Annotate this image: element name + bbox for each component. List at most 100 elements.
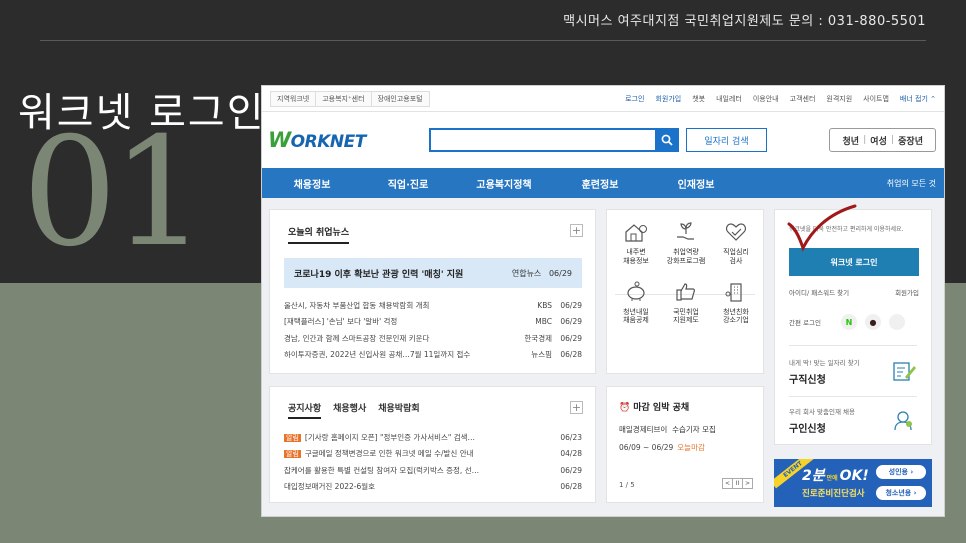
clock-icon: ⏰ xyxy=(619,403,631,413)
job-seek-link[interactable]: 내게 딱! 맞는 일자리 찾기 구직신청 xyxy=(789,357,919,386)
deadline-title: ⏰ 마감 임박 공채 xyxy=(619,403,690,413)
search-button[interactable] xyxy=(655,128,679,152)
more-button[interactable]: + xyxy=(570,401,583,414)
tab-events[interactable]: 채용행사 xyxy=(333,401,366,419)
contact-info: 맥시머스 여주대지점 국민취업지원제도 문의 : 031-880-5501 xyxy=(563,14,926,29)
nav-training[interactable]: 훈련정보 xyxy=(552,176,648,191)
news-list: 울산시, 자동차 부품산업 합동 채용박람회 개최 KBS 06/29 [재택플러스… xyxy=(284,297,582,363)
pager: < II > xyxy=(722,478,753,489)
news-tab[interactable]: 오늘의 취업뉴스 xyxy=(288,225,350,244)
headline-news[interactable]: 코로나19 이후 확보난 관광 인력 '매칭' 지원 연합뉴스 06/29 xyxy=(284,258,582,288)
building-icon xyxy=(725,282,742,302)
newsletter-link[interactable]: 내일레터 xyxy=(716,94,742,104)
headline-title: 코로나19 이후 확보난 관광 인력 '매칭' 지원 xyxy=(294,269,464,280)
nav-recruitment[interactable]: 채용정보 xyxy=(264,176,360,191)
simple-login-label: 간편 로그인 xyxy=(789,319,821,327)
list-item[interactable]: 잡케어를 활용한 특별 컨설팅 참여자 모집(럭키박스 증정, 선… 06/29 xyxy=(284,462,582,479)
career-test-banner[interactable]: EVENT 2분 만에 OK! 진로준비진단검사 성인용 › 청소년용 › xyxy=(774,459,932,507)
heart-check-icon xyxy=(725,223,747,241)
simple-login: 간편 로그인 N ● xyxy=(789,314,919,330)
list-item[interactable]: [재택플러스] '손님' 보다 '알바' 걱정 MBC 06/29 xyxy=(284,314,582,331)
headline-meta: 연합뉴스 06/29 xyxy=(511,268,572,278)
tab-women[interactable]: 여성 xyxy=(866,134,891,147)
worknet-screenshot: 지역워크넷 고용복지⁺센터 장애인고용포털 로그인 회원가입 챗봇 내일레터 이… xyxy=(261,85,945,517)
list-item[interactable]: 대입정보매거진 2022-6월호 06/28 xyxy=(284,479,582,496)
next-button[interactable]: > xyxy=(742,478,753,489)
tab-middle-aged[interactable]: 중장년 xyxy=(894,134,927,147)
piggy-bank-icon xyxy=(627,281,645,301)
job-search-button[interactable]: 일자리 검색 xyxy=(686,128,767,152)
search-input[interactable] xyxy=(429,128,657,152)
banner-subtitle: 진로준비진단검사 xyxy=(802,489,865,499)
service-youth-savings[interactable]: 청년내일 채움공제 xyxy=(611,280,661,326)
util-link[interactable]: 고용복지⁺센터 xyxy=(315,90,372,107)
notice-list: 알림 [기사랑 홈페이지 오픈] "정부인증 가사서비스" 검색… 06/23 알림… xyxy=(284,429,582,495)
util-link[interactable]: 장애인고용포털 xyxy=(370,90,430,107)
age-group-tabs: 청년 | 여성 | 중장년 xyxy=(829,128,936,152)
util-link[interactable]: 지역워크넷 xyxy=(270,90,317,107)
news-panel: 오늘의 취업뉴스 + 코로나19 이후 확보난 관광 인력 '매칭' 지원 연합… xyxy=(269,209,596,374)
naver-login-icon[interactable]: N xyxy=(840,314,857,330)
nav-all-menu[interactable]: 취업의 모든 것 xyxy=(887,178,936,189)
form-pen-icon xyxy=(893,362,916,381)
thumbs-up-icon xyxy=(676,282,696,301)
list-item[interactable]: 울산시, 자동차 부품산업 합동 채용박람회 개최 KBS 06/29 xyxy=(284,297,582,314)
banner-headline: 2분 만에 OK! xyxy=(802,468,869,484)
guide-link[interactable]: 이용안내 xyxy=(753,94,779,104)
services-grid: 내주변 채용정보 취업역량 강화프로그램 직업심리 검사 청년내일 채움공제 국… xyxy=(611,220,761,325)
youth-test-button[interactable]: 청소년용 › xyxy=(876,486,926,500)
find-id-password-link[interactable]: 아이디/ 패스워드 찾기 xyxy=(789,287,849,297)
worknet-logo[interactable]: WORKNET xyxy=(268,128,366,152)
tab-job-fair[interactable]: 채용박람회 xyxy=(378,401,419,419)
service-capability-program[interactable]: 취업역량 강화프로그램 xyxy=(661,220,711,266)
service-national-employment[interactable]: 국민취업 지원제도 xyxy=(661,280,711,326)
notice-tabs: 공지사항 채용행사 채용박람회 xyxy=(288,401,420,419)
plant-hand-icon xyxy=(677,222,694,240)
red-checkmark-annotation xyxy=(787,204,857,252)
main-navigation: 채용정보 직업·진로 고용복지정책 훈련정보 인재정보 취업의 모든 것 xyxy=(262,168,944,198)
signup-link[interactable]: 회원가입 xyxy=(655,94,681,104)
kakao-login-icon[interactable]: ● xyxy=(864,314,881,330)
tab-notice[interactable]: 공지사항 xyxy=(288,401,322,419)
adult-test-button[interactable]: 성인용 › xyxy=(876,465,926,479)
list-item[interactable]: 경남, 인간과 함께 스마트공장 전문인재 키운다 한국경제 06/29 xyxy=(284,330,582,347)
service-nearby-jobs[interactable]: 내주변 채용정보 xyxy=(611,220,661,266)
due-today-badge: 오늘마감 xyxy=(677,443,705,452)
utility-bar: 지역워크넷 고용복지⁺센터 장애인고용포털 로그인 회원가입 챗봇 내일레터 이… xyxy=(262,86,944,112)
deadline-item[interactable]: 매일경제티브이 수습기자 모집 xyxy=(619,424,716,435)
utility-left: 지역워크넷 고용복지⁺센터 장애인고용포털 xyxy=(270,90,430,107)
hire-link[interactable]: 우리 회사 맞춤인재 채용 구인신청 xyxy=(789,406,919,435)
divider xyxy=(789,345,917,346)
remote-support-link[interactable]: 원격지원 xyxy=(826,94,852,104)
page-indicator: 1 / 5 xyxy=(619,481,635,489)
list-item[interactable]: 알림 구글메일 정책변경으로 인한 워크넷 메일 수/발신 안내 04/28 xyxy=(284,446,582,463)
account-links: 아이디/ 패스워드 찾기 회원가입 xyxy=(789,287,919,297)
banner-fold-toggle[interactable]: 배너 접기 ⌃ xyxy=(900,94,936,104)
sitemap-link[interactable]: 사이트맵 xyxy=(863,94,889,104)
service-psych-test[interactable]: 직업심리 검사 xyxy=(711,220,761,266)
utility-right: 로그인 회원가입 챗봇 내일레터 이용안내 고객센터 원격지원 사이트맵 배너 … xyxy=(614,94,936,104)
person-search-icon xyxy=(894,411,912,431)
deadline-panel: ⏰ 마감 임박 공채 매일경제티브이 수습기자 모집 06/09 ~ 06/29 오… xyxy=(606,386,764,503)
deadline-period: 06/09 ~ 06/29 오늘마감 xyxy=(619,443,705,452)
search-icon xyxy=(661,134,673,146)
list-item[interactable]: 하이투자증권, 2022년 신입사원 공채…7월 11일까지 접수 뉴스핌 06/2… xyxy=(284,347,582,364)
more-button[interactable]: + xyxy=(570,224,583,237)
nav-career[interactable]: 직업·진로 xyxy=(360,176,456,191)
chatbot-link[interactable]: 챗봇 xyxy=(692,94,705,104)
nav-welfare-policy[interactable]: 고용복지정책 xyxy=(456,176,552,191)
support-center-link[interactable]: 고객센터 xyxy=(790,94,816,104)
login-link[interactable]: 로그인 xyxy=(625,94,644,104)
divider xyxy=(40,40,926,41)
quick-services: 내주변 채용정보 취업역량 강화프로그램 직업심리 검사 청년내일 채움공제 국… xyxy=(606,209,764,374)
nav-talent[interactable]: 인재정보 xyxy=(648,176,744,191)
notice-panel: 공지사항 채용행사 채용박람회 + 알림 [기사랑 홈페이지 오픈] "정부인증 … xyxy=(269,386,596,503)
apple-login-icon[interactable] xyxy=(888,314,905,330)
list-item[interactable]: 알림 [기사랑 홈페이지 오픈] "정부인증 가사서비스" 검색… 06/23 xyxy=(284,429,582,446)
tab-youth[interactable]: 청년 xyxy=(838,134,863,147)
divider xyxy=(789,396,917,397)
signup-link[interactable]: 회원가입 xyxy=(895,287,919,297)
slide-number: 01 xyxy=(22,106,207,280)
notice-badge: 알림 xyxy=(284,450,301,459)
service-youth-friendly-company[interactable]: 청년친화 강소기업 xyxy=(711,280,761,326)
